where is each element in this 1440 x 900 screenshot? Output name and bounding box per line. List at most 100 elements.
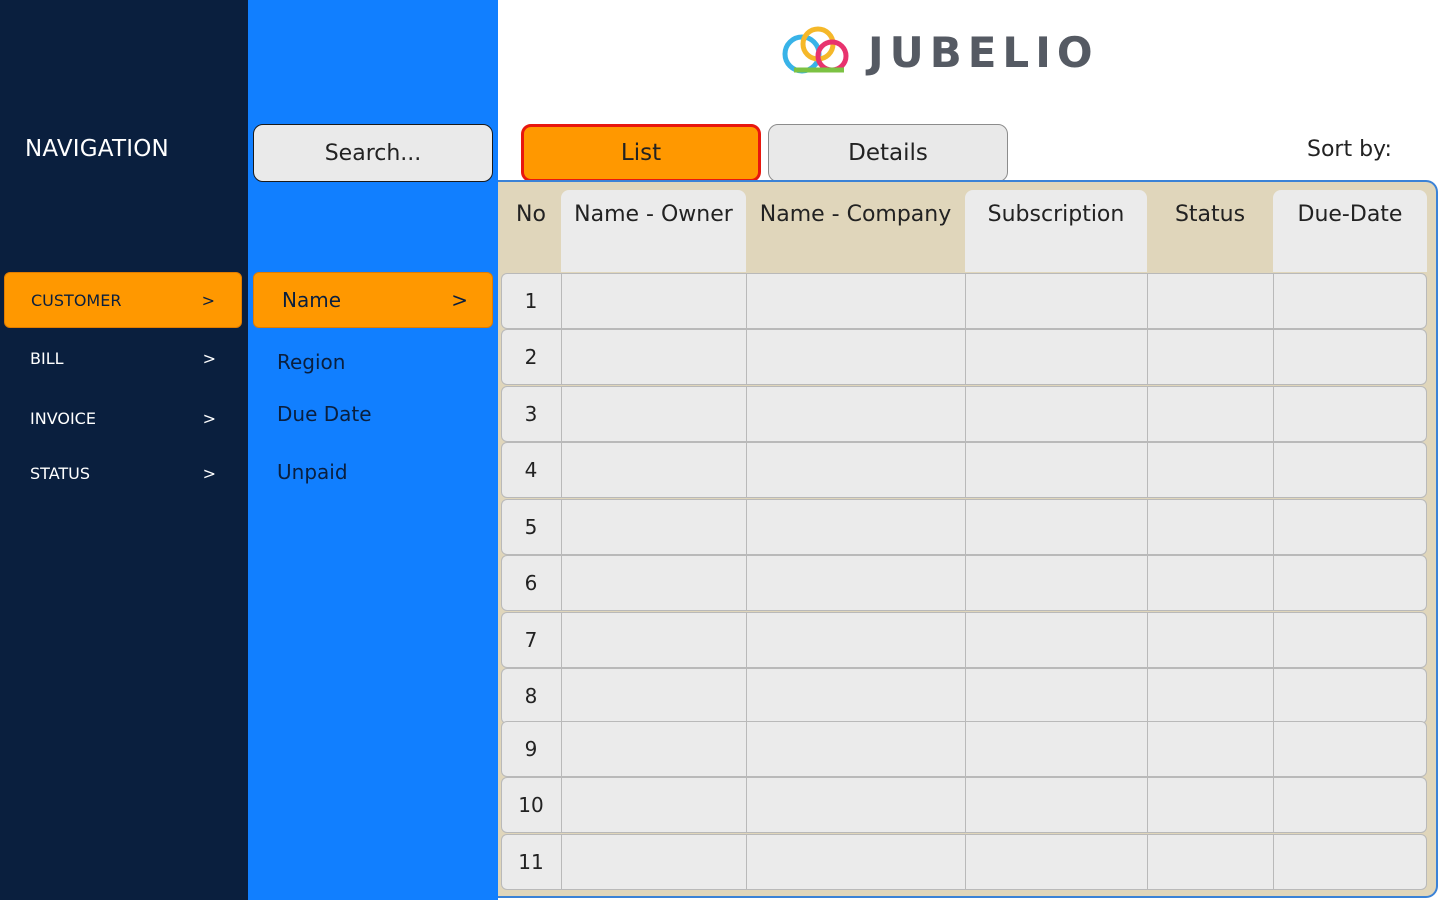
navigation-title: NAVIGATION	[25, 136, 169, 162]
column-divider	[1147, 499, 1148, 555]
filter-item-name[interactable]: Name >	[253, 272, 493, 328]
table-row[interactable]	[501, 612, 1427, 668]
column-divider	[561, 386, 562, 442]
filter-item-label: Due Date	[277, 402, 372, 426]
column-divider	[965, 499, 966, 555]
column-header-due-date[interactable]: Due-Date	[1273, 190, 1427, 272]
row-number: 10	[518, 793, 544, 817]
column-divider	[1273, 499, 1274, 555]
search-input[interactable]: Search...	[253, 124, 493, 182]
filter-item-label: Region	[277, 350, 346, 374]
row-number: 4	[524, 458, 538, 482]
row-number: 11	[518, 850, 544, 874]
chevron-right-icon: >	[202, 348, 216, 368]
nav-item-invoice[interactable]: INVOICE >	[4, 390, 242, 446]
nav-item-label: INVOICE	[30, 408, 96, 428]
filter-panel: Search... Name > Region Due Date Unpaid	[248, 0, 498, 900]
filter-item-unpaid[interactable]: Unpaid	[253, 444, 493, 500]
column-divider	[965, 612, 966, 668]
row-number: 1	[524, 289, 538, 313]
column-divider	[1273, 329, 1274, 385]
column-divider	[746, 668, 747, 724]
column-divider	[1273, 442, 1274, 498]
filter-item-due-date[interactable]: Due Date	[253, 386, 493, 442]
column-divider	[965, 721, 966, 777]
chevron-right-icon: >	[451, 288, 468, 312]
column-divider	[1273, 777, 1274, 833]
column-divider	[965, 668, 966, 724]
column-divider	[1273, 668, 1274, 724]
column-divider	[561, 329, 562, 385]
column-divider	[746, 442, 747, 498]
column-divider	[561, 273, 562, 329]
table-row[interactable]	[501, 499, 1427, 555]
nav-item-label: BILL	[30, 348, 64, 368]
column-divider	[965, 555, 966, 611]
row-number: 3	[524, 402, 538, 426]
row-number: 5	[524, 515, 538, 539]
column-divider	[965, 329, 966, 385]
column-divider	[965, 273, 966, 329]
table-row[interactable]	[501, 442, 1427, 498]
column-divider	[746, 329, 747, 385]
column-header-name-company[interactable]: Name - Company	[746, 190, 965, 272]
chevron-right-icon: >	[202, 408, 216, 428]
column-divider	[1147, 386, 1148, 442]
table-row[interactable]	[501, 834, 1427, 890]
column-header-subscription[interactable]: Subscription	[965, 190, 1147, 272]
chevron-right-icon: >	[201, 290, 215, 310]
table-row[interactable]	[501, 721, 1427, 777]
filter-item-label: Unpaid	[277, 460, 348, 484]
nav-item-status[interactable]: STATUS >	[4, 445, 242, 501]
table-row[interactable]	[501, 668, 1427, 724]
column-divider	[1147, 442, 1148, 498]
sort-by-label[interactable]: Sort by:	[1307, 137, 1392, 162]
cloud-logo-icon	[782, 26, 849, 74]
column-divider	[561, 668, 562, 724]
column-divider	[1147, 329, 1148, 385]
row-number: 7	[524, 628, 538, 652]
column-divider	[965, 386, 966, 442]
filter-item-region[interactable]: Region	[253, 334, 493, 390]
logo-text: JUBELIO	[868, 27, 1099, 77]
column-divider	[965, 777, 966, 833]
column-divider	[561, 834, 562, 890]
column-divider	[965, 442, 966, 498]
tab-list[interactable]: List	[521, 124, 761, 182]
column-divider	[561, 612, 562, 668]
column-header-no[interactable]: No	[501, 190, 561, 272]
column-divider	[1147, 612, 1148, 668]
column-divider	[746, 721, 747, 777]
table-row[interactable]	[501, 777, 1427, 833]
table-row[interactable]	[501, 386, 1427, 442]
column-divider	[746, 555, 747, 611]
column-divider	[1147, 721, 1148, 777]
tab-details[interactable]: Details	[768, 124, 1008, 182]
column-divider	[746, 777, 747, 833]
column-divider	[746, 834, 747, 890]
column-header-name-owner[interactable]: Name - Owner	[561, 190, 746, 272]
nav-item-customer[interactable]: CUSTOMER >	[4, 272, 242, 328]
column-divider	[1147, 777, 1148, 833]
row-number: 2	[524, 345, 538, 369]
column-divider	[965, 834, 966, 890]
column-divider	[1273, 612, 1274, 668]
column-divider	[1273, 386, 1274, 442]
column-divider	[746, 612, 747, 668]
table-row[interactable]	[501, 555, 1427, 611]
navigation-sidebar: NAVIGATION CUSTOMER > BILL > INVOICE > S…	[0, 0, 248, 900]
nav-item-label: STATUS	[30, 463, 91, 483]
column-divider	[1147, 273, 1148, 329]
table-row[interactable]	[501, 329, 1427, 385]
column-divider	[561, 721, 562, 777]
chevron-right-icon: >	[202, 463, 216, 483]
column-divider	[1147, 555, 1148, 611]
column-divider	[746, 499, 747, 555]
column-divider	[561, 777, 562, 833]
table-row[interactable]	[501, 273, 1427, 329]
nav-item-label: CUSTOMER	[31, 290, 122, 310]
column-divider	[1147, 668, 1148, 724]
column-header-status[interactable]: Status	[1147, 190, 1273, 272]
nav-item-bill[interactable]: BILL >	[4, 330, 242, 386]
column-divider	[561, 555, 562, 611]
